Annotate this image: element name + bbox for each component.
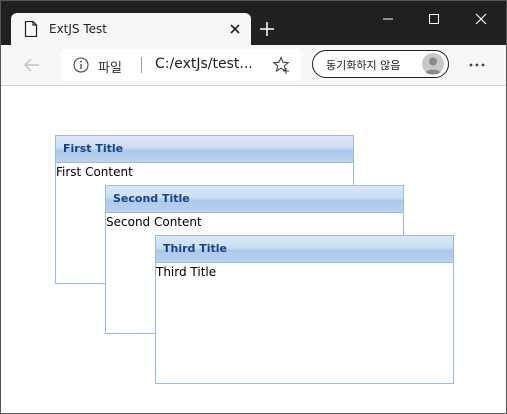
address-bar[interactable]: 파일 C:/extJs/test... bbox=[61, 49, 301, 81]
panel-header[interactable]: First Title bbox=[56, 136, 353, 163]
panel-header[interactable]: Second Title bbox=[106, 186, 403, 213]
browser-window: ExtJS Test 파일 C:/extJs/test... 동기화하지 않음 … bbox=[0, 0, 507, 414]
back-arrow-icon[interactable] bbox=[21, 54, 43, 76]
maximize-icon[interactable] bbox=[411, 1, 457, 37]
page-content: First Title First Content Second Title S… bbox=[1, 86, 506, 413]
document-icon bbox=[24, 21, 38, 37]
tab-title: ExtJS Test bbox=[49, 22, 107, 36]
url-text[interactable]: C:/extJs/test... bbox=[155, 56, 253, 72]
panel-header[interactable]: Third Title bbox=[156, 236, 453, 263]
profile-avatar-icon bbox=[422, 53, 444, 75]
address-divider bbox=[141, 57, 142, 73]
close-tab-icon[interactable] bbox=[225, 19, 245, 39]
panel-title: Second Title bbox=[113, 192, 190, 205]
favorite-star-icon[interactable] bbox=[271, 55, 291, 75]
browser-tab[interactable]: ExtJS Test bbox=[11, 13, 251, 45]
more-options-icon[interactable] bbox=[467, 55, 487, 75]
title-bar: ExtJS Test bbox=[1, 1, 506, 45]
sync-button[interactable]: 동기화하지 않음 bbox=[312, 50, 449, 78]
sync-label: 동기화하지 않음 bbox=[326, 59, 401, 72]
panel-title: First Title bbox=[63, 142, 124, 155]
site-label: 파일 bbox=[98, 61, 122, 76]
panel-body: Second Content bbox=[106, 215, 202, 229]
panel-third: Third Title Third Title bbox=[155, 235, 454, 384]
panel-body: Third Title bbox=[156, 265, 217, 279]
panel-title: Third Title bbox=[163, 242, 227, 255]
panel-body: First Content bbox=[56, 165, 133, 179]
info-icon[interactable] bbox=[73, 57, 89, 73]
browser-toolbar: 파일 C:/extJs/test... 동기화하지 않음 bbox=[1, 45, 506, 86]
new-tab-icon[interactable] bbox=[257, 19, 277, 39]
close-window-icon[interactable] bbox=[457, 1, 503, 37]
minimize-icon[interactable] bbox=[365, 1, 411, 37]
